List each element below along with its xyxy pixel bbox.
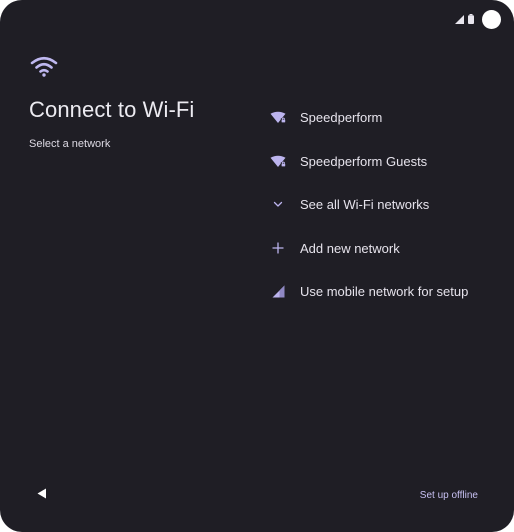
mobile-network-label: Use mobile network for setup (300, 284, 469, 300)
plus-icon (268, 238, 288, 258)
add-network-item[interactable]: Add new network (268, 227, 498, 271)
camera-cutout (482, 9, 501, 29)
add-network-label: Add new network (300, 240, 400, 256)
battery-icon (468, 14, 474, 24)
page-subtitle: Select a network (29, 138, 111, 150)
see-all-networks-item[interactable]: See all Wi-Fi networks (268, 183, 498, 227)
chevron-down-icon (268, 195, 288, 215)
back-arrow-icon (37, 486, 47, 504)
wifi-lock-icon (268, 151, 288, 171)
see-all-networks-label: See all Wi-Fi networks (300, 197, 430, 213)
network-list: Speedperform Speedperform Guests See all… (268, 96, 498, 314)
network-item-speedperform-guests[interactable]: Speedperform Guests (268, 140, 498, 184)
wifi-lock-icon (268, 108, 288, 128)
wifi-icon (30, 56, 58, 83)
setup-offline-button[interactable]: Set up offline (420, 490, 478, 501)
network-label: Speedperform Guests (300, 153, 428, 169)
cellular-signal-icon (268, 282, 288, 302)
back-button[interactable] (32, 486, 52, 504)
page-title: Connect to Wi-Fi (29, 97, 195, 122)
setup-screen: Connect to Wi-Fi Select a network Speedp… (0, 0, 514, 532)
network-label: Speedperform (300, 110, 383, 126)
mobile-network-item[interactable]: Use mobile network for setup (268, 270, 498, 314)
network-item-speedperform[interactable]: Speedperform (268, 96, 498, 140)
status-bar (455, 9, 501, 29)
cellular-signal-icon (455, 14, 464, 24)
